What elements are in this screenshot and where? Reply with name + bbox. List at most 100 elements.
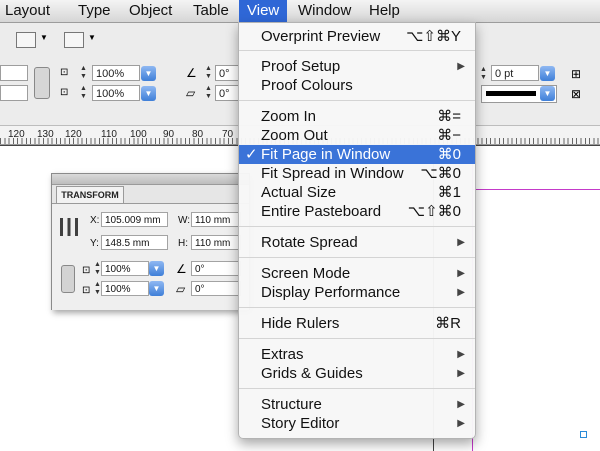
shear-field[interactable]: 0° — [191, 281, 241, 296]
view-options-icon[interactable] — [64, 32, 84, 48]
frame-fit-icon[interactable]: ⊠ — [571, 87, 581, 101]
menu-item-story-editor[interactable]: Story Editor ▶ — [239, 414, 475, 433]
rotate-icon: ∠ — [176, 262, 187, 276]
menu-view[interactable]: View — [239, 0, 288, 22]
menu-separator — [239, 226, 475, 227]
menu-item-entire-pasteboard[interactable]: Entire Pasteboard ⌥⇧⌘0 — [239, 202, 475, 221]
submenu-arrow-icon: ▶ — [457, 349, 465, 360]
shear-stepper[interactable]: ▲ ▼ — [203, 85, 214, 101]
menu-object[interactable]: Object — [129, 2, 172, 19]
submenu-arrow-icon: ▶ — [457, 268, 465, 279]
menu-item-proof-colours[interactable]: Proof Colours — [239, 76, 475, 95]
stroke-weight-stepper[interactable]: ▲ ▼ — [478, 66, 489, 82]
menu-item-hide-rulers[interactable]: Hide Rulers ⌘R — [239, 314, 475, 333]
stroke-type-dropdown[interactable]: ▼ — [540, 86, 555, 101]
menu-type[interactable]: Type — [78, 2, 111, 19]
selection-handle[interactable] — [580, 431, 587, 438]
submenu-arrow-icon: ▶ — [457, 237, 465, 248]
stroke-type-swatch — [486, 91, 536, 96]
scale-x-dropdown[interactable]: ▼ — [149, 261, 164, 276]
stroke-weight-dropdown[interactable]: ▼ — [540, 66, 555, 81]
view-menu: Overprint Preview ⌥⇧⌘Y Proof Setup ▶ Proof… — [238, 22, 476, 439]
scale-y-dropdown[interactable]: ▼ — [149, 281, 164, 296]
y-label: Y: — [90, 238, 99, 249]
rotate-stepper[interactable]: ▲ ▼ — [203, 65, 214, 81]
shortcut: ⌘− — [437, 127, 461, 144]
scale-y-stepper[interactable]: ▲ ▼ — [78, 85, 89, 101]
scale-x-dropdown[interactable]: ▼ — [141, 66, 156, 81]
rotate-field[interactable]: 0° — [191, 261, 241, 276]
stroke-weight-field[interactable]: 0 pt — [491, 65, 539, 81]
scale-x-stepper[interactable]: ▲ ▼ — [78, 65, 89, 81]
shortcut: ⌥⇧⌘Y — [406, 28, 461, 45]
scale-x-field[interactable]: 100% — [92, 65, 140, 81]
shortcut: ⌘0 — [437, 146, 461, 163]
scale-y-field[interactable]: 100% — [92, 85, 140, 101]
menu-layout[interactable]: Layout — [5, 2, 50, 19]
reference-point-icon[interactable] — [60, 218, 78, 236]
menu-item-grids-guides[interactable]: Grids & Guides ▶ — [239, 364, 475, 383]
shortcut: ⌘= — [437, 108, 461, 125]
menu-item-structure[interactable]: Structure ▶ — [239, 395, 475, 414]
shortcut: ⌥⇧⌘0 — [407, 203, 461, 220]
scale-y-icon: ⊡ — [82, 285, 91, 296]
menu-item-zoom-out[interactable]: Zoom Out ⌘− — [239, 126, 475, 145]
submenu-arrow-icon: ▶ — [457, 61, 465, 72]
menu-item-fit-spread-in-window[interactable]: Fit Spread in Window ⌥⌘0 — [239, 164, 475, 183]
stroke-type-select[interactable]: ▼ — [481, 85, 557, 103]
shear-field[interactable]: 0° — [215, 85, 239, 101]
menu-item-proof-setup[interactable]: Proof Setup ▶ — [239, 57, 475, 76]
submenu-arrow-icon: ▶ — [457, 418, 465, 429]
h-field-partial[interactable] — [0, 85, 28, 101]
menu-separator — [239, 388, 475, 389]
rotate-icon: ∠ — [186, 66, 197, 80]
shortcut: ⌘1 — [437, 184, 461, 201]
shear-icon: ▱ — [176, 282, 186, 296]
transform-panel[interactable]: TRANSFORM X: 105.009 mm W: 110 mm Y: 148… — [51, 173, 250, 310]
panel-titlebar[interactable] — [52, 174, 249, 185]
chevron-down-icon[interactable]: ▼ — [88, 33, 96, 42]
menu-bar: Layout Type Object Table View Window Hel… — [0, 0, 600, 23]
frame-fitting-icon[interactable] — [16, 32, 36, 48]
menu-item-display-performance[interactable]: Display Performance ▶ — [239, 283, 475, 302]
chevron-down-icon[interactable]: ▼ — [40, 33, 48, 42]
h-field[interactable]: 110 mm — [191, 235, 241, 250]
menu-item-zoom-in[interactable]: Zoom In ⌘= — [239, 107, 475, 126]
w-field-partial[interactable] — [0, 65, 28, 81]
menu-separator — [239, 338, 475, 339]
menu-item-screen-mode[interactable]: Screen Mode ▶ — [239, 264, 475, 283]
shortcut: ⌘R — [435, 315, 461, 332]
x-field[interactable]: 105.009 mm — [101, 212, 168, 227]
x-label: X: — [90, 215, 100, 226]
menu-item-fit-page-in-window[interactable]: ✓ Fit Page in Window ⌘0 — [239, 145, 475, 164]
w-label: W: — [178, 215, 191, 226]
shortcut: ⌥⌘0 — [420, 165, 461, 182]
transform-tab[interactable]: TRANSFORM — [56, 186, 124, 203]
menu-separator — [239, 50, 475, 51]
margin-guide-horizontal — [473, 189, 600, 190]
scale-x-icon: ⊡ — [82, 265, 91, 276]
checkmark-icon: ✓ — [245, 146, 258, 163]
submenu-arrow-icon: ▶ — [457, 368, 465, 379]
menu-window[interactable]: Window — [298, 2, 351, 19]
constrain-proportions-icon[interactable] — [34, 67, 50, 99]
y-field[interactable]: 148.5 mm — [101, 235, 168, 250]
rotate-field[interactable]: 0° — [215, 65, 239, 81]
frame-grid-icon[interactable]: ⊞ — [571, 67, 581, 81]
menu-item-rotate-spread[interactable]: Rotate Spread ▶ — [239, 233, 475, 252]
menu-item-overprint-preview[interactable]: Overprint Preview ⌥⇧⌘Y — [239, 27, 475, 46]
menu-item-extras[interactable]: Extras ▶ — [239, 345, 475, 364]
scale-y-dropdown[interactable]: ▼ — [141, 86, 156, 101]
transform-panel-body: X: 105.009 mm W: 110 mm Y: 148.5 mm H: 1… — [52, 203, 249, 310]
constrain-proportions-icon[interactable] — [61, 265, 75, 293]
scale-y-field[interactable]: 100% — [101, 281, 149, 296]
menu-item-actual-size[interactable]: Actual Size ⌘1 — [239, 183, 475, 202]
submenu-arrow-icon: ▶ — [457, 399, 465, 410]
menu-separator — [239, 307, 475, 308]
menu-help[interactable]: Help — [369, 2, 400, 19]
scale-x-field[interactable]: 100% — [101, 261, 149, 276]
w-field[interactable]: 110 mm — [191, 212, 241, 227]
menu-table[interactable]: Table — [193, 2, 229, 19]
scale-y-icon: ⊡ — [60, 87, 69, 98]
submenu-arrow-icon: ▶ — [457, 287, 465, 298]
